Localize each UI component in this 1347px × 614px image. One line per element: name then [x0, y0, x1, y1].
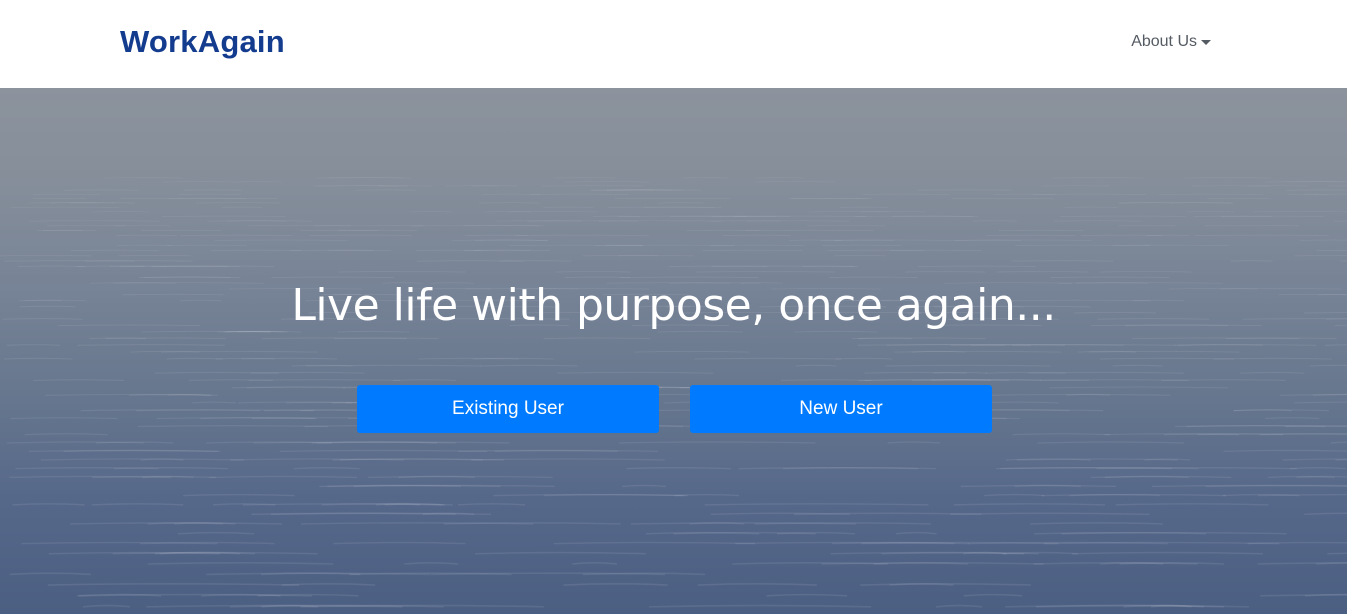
caret-down-icon — [1201, 40, 1211, 45]
brand-logo[interactable]: WorkAgain — [120, 24, 285, 60]
hero-section: Live life with purpose, once again... Ex… — [0, 88, 1347, 614]
new-user-button[interactable]: New User — [690, 385, 992, 433]
top-navbar: WorkAgain About Us — [0, 0, 1347, 88]
about-us-dropdown[interactable]: About Us — [1131, 33, 1211, 51]
existing-user-button[interactable]: Existing User — [357, 385, 659, 433]
about-us-label: About Us — [1131, 33, 1197, 50]
hero-headline: Live life with purpose, once again... — [291, 280, 1056, 331]
sea-background-image — [0, 177, 1347, 608]
